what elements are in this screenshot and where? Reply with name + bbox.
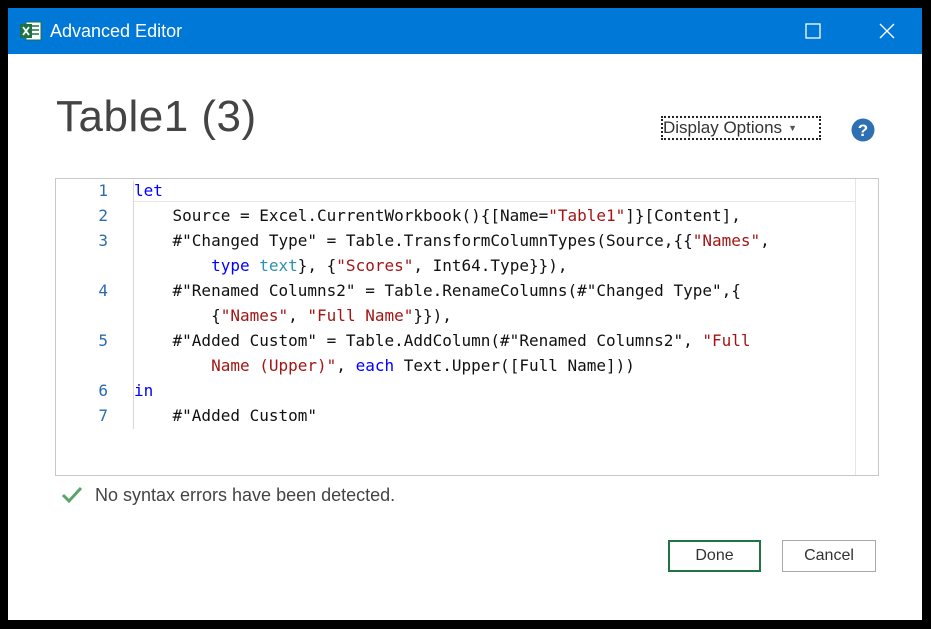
code-token: "Scores" — [336, 256, 414, 275]
code-line[interactable]: 6 in — [56, 381, 856, 406]
code-line[interactable]: 4 #"Renamed Columns2" = Table.RenameColu… — [56, 281, 856, 306]
code-token: "Full Name" — [307, 306, 414, 325]
code-token: Source = Excel.CurrentWorkbook(){[Name= — [134, 206, 549, 225]
line-number: 7 — [98, 406, 108, 425]
code-text: type text}, {"Scores", Int64.Type}}), — [134, 256, 567, 275]
code-text: #"Changed Type" = Table.TransformColumnT… — [134, 231, 770, 250]
title-bar[interactable]: Advanced Editor — [8, 8, 922, 54]
code-text: let — [134, 181, 163, 200]
help-icon[interactable]: ? — [851, 118, 875, 142]
code-text: #"Renamed Columns2" = Table.RenameColumn… — [134, 281, 741, 300]
code-line[interactable]: {"Names", "Full Name"}}), — [56, 306, 856, 331]
code-token: #"Added Custom" = Table.AddColumn(#"Rena… — [134, 331, 703, 350]
code-text: {"Names", "Full Name"}}), — [134, 306, 452, 325]
code-token: "Names" — [220, 306, 289, 325]
excel-icon — [20, 21, 42, 41]
code-token: "Table1" — [548, 206, 626, 225]
code-token: in — [134, 381, 154, 400]
code-token: Name (Upper)" — [211, 356, 337, 375]
line-number: 1 — [98, 181, 108, 200]
code-token: #"Added Custom" — [134, 406, 318, 425]
code-token: "Full — [702, 331, 751, 350]
check-icon — [61, 486, 83, 504]
chevron-down-icon: ▼ — [788, 123, 797, 133]
code-line[interactable]: 7 #"Added Custom" — [56, 406, 856, 431]
code-editor[interactable]: 1 let 2 Source = Excel.CurrentWorkbook(){[… — [55, 178, 879, 476]
done-button[interactable]: Done — [668, 540, 761, 572]
maximize-button[interactable] — [790, 8, 836, 54]
code-token: , — [288, 306, 308, 325]
display-options-label: Display Options — [663, 118, 783, 137]
code-token: text — [259, 256, 298, 275]
query-name-heading: Table1 (3) — [56, 92, 257, 141]
code-token: , — [336, 356, 356, 375]
close-button[interactable] — [864, 8, 910, 54]
syntax-status: No syntax errors have been detected. — [61, 481, 395, 509]
code-token: #"Renamed Columns2" = Table.RenameColumn… — [134, 281, 741, 300]
code-token: }}), — [413, 306, 452, 325]
code-token: Text.Upper([Full Name])) — [394, 356, 635, 375]
line-number: 5 — [98, 331, 108, 350]
line-number: 2 — [98, 206, 108, 225]
code-line[interactable]: 5 #"Added Custom" = Table.AddColumn(#"Re… — [56, 331, 856, 356]
code-text: Name (Upper)", each Text.Upper([Full Nam… — [134, 356, 635, 375]
cancel-button[interactable]: Cancel — [782, 540, 876, 572]
line-number: 6 — [98, 381, 108, 400]
code-text: Source = Excel.CurrentWorkbook(){[Name="… — [134, 206, 741, 225]
code-token: { — [134, 306, 221, 325]
code-line[interactable]: 1 let — [56, 181, 856, 206]
vertical-scrollbar[interactable] — [855, 179, 878, 475]
code-token: }, { — [297, 256, 337, 275]
code-token: , — [760, 231, 770, 250]
syntax-status-text: No syntax errors have been detected. — [95, 484, 396, 505]
minimize-button[interactable] — [738, 8, 784, 54]
code-text: #"Added Custom" — [134, 406, 318, 425]
code-token: type — [211, 256, 250, 275]
advanced-editor-window: Advanced Editor Table1 (3) Display Optio… — [8, 8, 922, 620]
code-token: each — [355, 356, 395, 375]
window-title: Advanced Editor — [50, 21, 183, 41]
code-line[interactable]: 3 #"Changed Type" = Table.TransformColum… — [56, 231, 856, 256]
code-token: , Int64.Type}}), — [413, 256, 568, 275]
code-token: "Names" — [692, 231, 761, 250]
code-token: let — [134, 181, 163, 200]
svg-text:?: ? — [858, 121, 868, 140]
line-number: 3 — [98, 231, 108, 250]
code-text: in — [134, 381, 153, 400]
maximize-icon — [805, 23, 821, 39]
code-token: ]}[Content], — [625, 206, 741, 225]
code-line[interactable]: 2 Source = Excel.CurrentWorkbook(){[Name… — [56, 206, 856, 231]
code-token: #"Changed Type" = Table.TransformColumnT… — [134, 231, 693, 250]
line-number: 4 — [98, 281, 108, 300]
code-line[interactable]: type text}, {"Scores", Int64.Type}}), — [56, 256, 856, 281]
code-text: #"Added Custom" = Table.AddColumn(#"Rena… — [134, 331, 751, 350]
display-options-dropdown[interactable]: Display Options ▼ — [661, 116, 821, 140]
close-icon — [879, 23, 895, 39]
code-line[interactable]: Name (Upper)", each Text.Upper([Full Nam… — [56, 356, 856, 381]
